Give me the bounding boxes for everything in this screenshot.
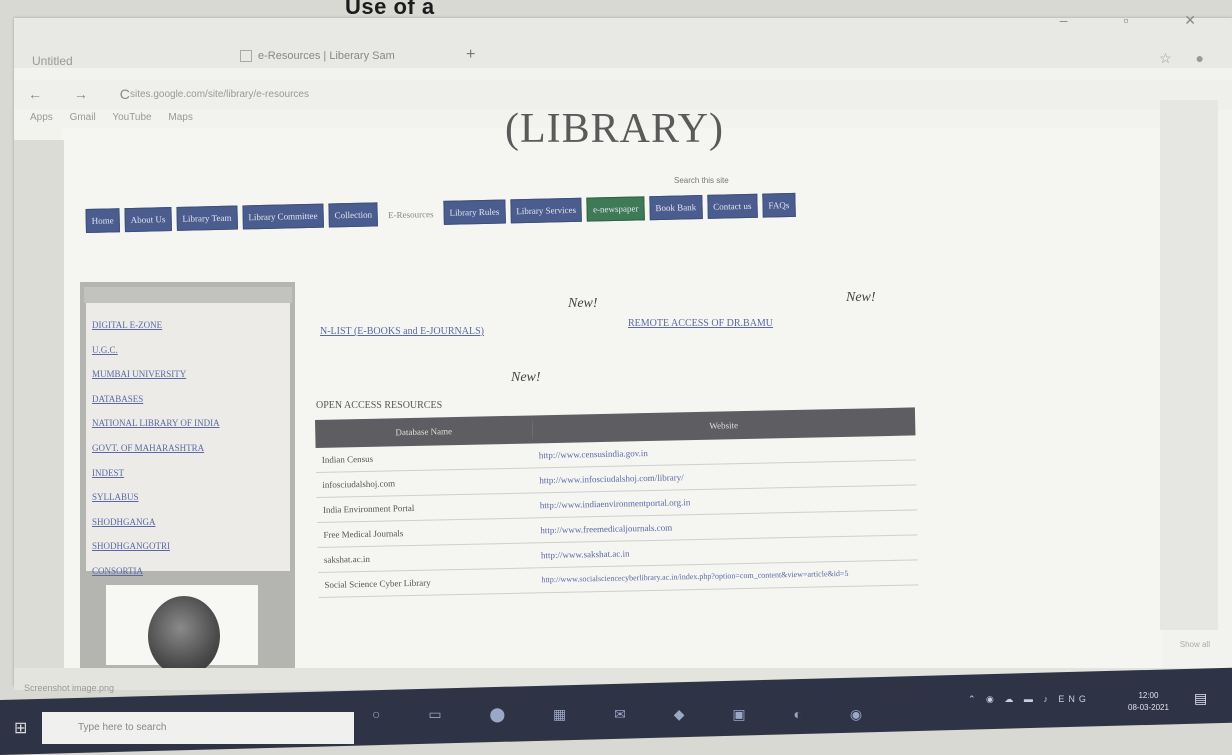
column-header-database: Database Name <box>315 415 533 448</box>
bookmark-maps[interactable]: Maps <box>168 112 192 123</box>
tab-bar <box>14 18 1232 68</box>
sidebar-header <box>84 287 292 303</box>
search-site-link[interactable]: Search this site <box>674 176 729 185</box>
new-tab-button[interactable]: + <box>466 46 475 64</box>
nav-buttons-icon[interactable]: ← → C <box>28 86 144 102</box>
bookmark-apps[interactable]: Apps <box>30 112 53 123</box>
system-tray-icon[interactable]: ⌃ ◉ ☁ ▬ ♪ ENG <box>968 694 1090 705</box>
menu-library-rules[interactable]: Library Rules <box>443 199 506 225</box>
resources-table: Database Name Website Indian Census http… <box>315 407 920 654</box>
tab-e-resources[interactable]: e-Resources | Liberary Sam <box>240 50 470 70</box>
sidebar-link-govt-maharashtra[interactable]: GOVT. OF MAHARASHTRA <box>92 436 290 461</box>
database-name: Social Science Cyber Library <box>318 567 536 598</box>
sidebar-link-indest[interactable]: INDEST <box>92 461 290 486</box>
menu-home[interactable]: Home <box>85 208 120 233</box>
show-all-button[interactable]: Show all <box>1180 640 1210 649</box>
sidebar-link-syllabus[interactable]: SYLLABUS <box>92 485 290 510</box>
new-badge: New! <box>511 370 541 385</box>
windows-start-icon[interactable]: ⊞ <box>14 718 36 740</box>
sidebar-link-databases[interactable]: DATABASES <box>92 387 290 412</box>
page-favicon-icon <box>240 50 252 63</box>
sidebar-link-national-library[interactable]: NATIONAL LIBRARY OF INDIA <box>92 411 290 436</box>
clock-date: 08-03-2021 <box>1128 703 1169 712</box>
window-controls[interactable]: – ▫ ✕ <box>1060 12 1222 29</box>
download-item[interactable]: Screenshot image.png <box>24 683 114 693</box>
new-badge: New! <box>568 296 598 311</box>
scrollbar-track[interactable] <box>1160 100 1218 630</box>
extension-icons[interactable]: ☆ ● <box>1159 50 1214 67</box>
clock-time: 12:00 <box>1138 691 1159 700</box>
page-title: (LIBRARY) <box>505 106 724 152</box>
bookmarks-bar: Apps Gmail YouTube Maps <box>30 112 207 123</box>
remote-access-link[interactable]: REMOTE ACCESS OF DR.BAMU <box>628 318 773 329</box>
sidebar-link-shodhganga[interactable]: SHODHGANGA <box>92 510 290 535</box>
open-access-heading: OPEN ACCESS RESOURCES <box>316 400 443 411</box>
menu-e-resources[interactable]: E-Resources <box>383 203 439 226</box>
taskbar-search-placeholder: Type here to search <box>78 722 167 733</box>
n-list-link[interactable]: N-LIST (E-BOOKS and E-JOURNALS) <box>320 326 484 337</box>
menu-e-newspaper[interactable]: e-newspaper <box>586 196 645 222</box>
sidebar-link-digital-e-zone[interactable]: DIGITAL E-ZONE <box>92 313 290 338</box>
menu-contact-us[interactable]: Contact us <box>706 193 758 219</box>
sidebar-link-ugc[interactable]: U.G.C. <box>92 338 290 363</box>
menu-about-us[interactable]: About Us <box>124 207 172 233</box>
menu-library-services[interactable]: Library Services <box>510 197 583 224</box>
url-field[interactable]: sites.google.com/site/library/e-resource… <box>130 89 309 100</box>
taskbar-search[interactable]: Type here to search <box>42 712 354 744</box>
menu-faqs[interactable]: FAQs <box>762 192 796 218</box>
profile-photo <box>148 596 220 676</box>
bookmark-gmail[interactable]: Gmail <box>70 112 96 123</box>
sidebar-link-mumbai-university[interactable]: MUMBAI UNIVERSITY <box>92 362 290 387</box>
menu-library-committee[interactable]: Library Committee <box>242 203 324 230</box>
photo-caption: Use of a <box>345 0 435 19</box>
left-gutter <box>14 140 64 670</box>
new-badge: New! <box>846 290 876 305</box>
sidebar-link-shodhgangotri[interactable]: SHODHGANGOTRI <box>92 534 290 559</box>
sidebar-link-consortia[interactable]: CONSORTIA <box>92 559 290 584</box>
bookmark-youtube[interactable]: YouTube <box>112 112 151 123</box>
tab-untitled[interactable]: Untitled <box>32 54 73 68</box>
menu-library-team[interactable]: Library Team <box>176 205 238 231</box>
notification-icon[interactable]: ▤ <box>1194 690 1207 707</box>
sidebar-links: DIGITAL E-ZONE U.G.C. MUMBAI UNIVERSITY … <box>86 303 290 576</box>
clock[interactable]: 12:00 08-03-2021 <box>1128 690 1169 714</box>
menu-collection[interactable]: Collection <box>328 202 379 228</box>
menu-book-bank[interactable]: Book Bank <box>649 195 703 221</box>
pinned-apps-icon[interactable]: ○ ▭ ⬤ ▦ ✉ ◆ ▣ ◐ ◉ <box>372 706 884 723</box>
